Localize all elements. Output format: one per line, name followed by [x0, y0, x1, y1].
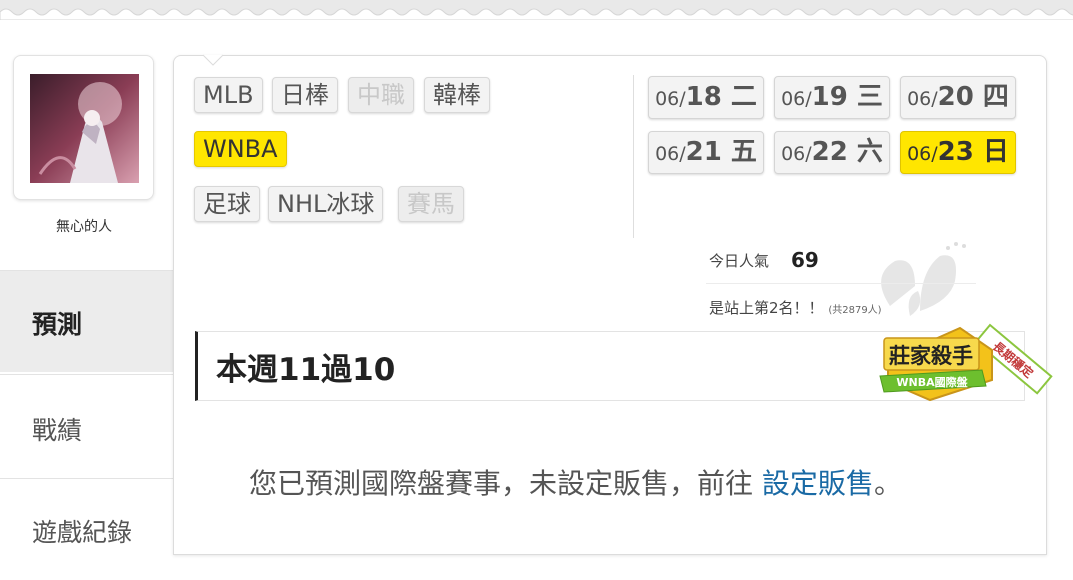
date-month: 06/ [907, 143, 938, 165]
notice-text: 您已預測國際盤賽事，未設定販售，前往 [249, 467, 754, 500]
sport-cpbl-button: 中職 [348, 77, 414, 113]
date-day: 18 [685, 82, 722, 112]
badge-subtitle: WNBA國際盤 [896, 375, 968, 389]
stats-divider [706, 283, 976, 284]
date-button-0623[interactable]: 06/23 日 [900, 131, 1016, 174]
sidebar-item-predict[interactable]: 預測 [0, 270, 173, 372]
sport-horse-racing-button: 賽馬 [398, 186, 464, 222]
date-day: 19 [811, 82, 848, 112]
date-weekday: 日 [982, 137, 1009, 167]
sidebar-item-record[interactable]: 戰績 [0, 374, 173, 476]
rank-text: 是站上第2名！！ (共2879人) [709, 297, 882, 318]
date-month: 06/ [655, 88, 686, 110]
avatar[interactable] [30, 74, 139, 183]
date-month: 06/ [907, 88, 938, 110]
date-month: 06/ [781, 143, 812, 165]
sport-nhl-button[interactable]: NHL冰球 [268, 186, 384, 222]
date-day: 22 [811, 137, 848, 167]
rank-message: 是站上第2名！！ [709, 299, 824, 317]
date-month: 06/ [781, 88, 812, 110]
sidebar-item-label: 戰績 [32, 416, 83, 445]
date-weekday: 四 [982, 82, 1009, 112]
avatar-card[interactable] [13, 55, 154, 200]
popularity-label: 今日人氣 [709, 252, 770, 270]
date-weekday: 二 [730, 82, 757, 112]
set-sale-link[interactable]: 設定販售 [762, 467, 874, 500]
popularity-value: 69 [791, 248, 819, 272]
sport-mlb-button[interactable]: MLB [194, 77, 263, 113]
date-weekday: 三 [856, 82, 883, 112]
sidebar-item-label: 遊戲紀錄 [32, 518, 133, 547]
sidebar-item-label: 預測 [32, 310, 83, 339]
wavy-border [0, 8, 1073, 20]
date-weekday: 五 [730, 137, 757, 167]
date-weekday: 六 [856, 137, 883, 167]
date-button-0621[interactable]: 06/21 五 [648, 131, 764, 174]
badge-title: 莊家殺手 [889, 344, 973, 368]
filter-divider [633, 75, 634, 238]
sport-npb-button[interactable]: 日棒 [272, 77, 338, 113]
sale-notice: 您已預測國際盤賽事，未設定販售，前往 設定販售。 [249, 462, 902, 502]
sport-wnba-button[interactable]: WNBA [194, 131, 287, 167]
date-day: 20 [937, 82, 974, 112]
notice-end: 。 [873, 467, 902, 500]
date-month: 06/ [655, 143, 686, 165]
sport-soccer-button[interactable]: 足球 [194, 186, 260, 222]
date-button-0622[interactable]: 06/22 六 [774, 131, 890, 174]
panel-notch [203, 54, 223, 66]
rank-total: (共2879人) [828, 305, 882, 316]
date-day: 23 [937, 137, 974, 167]
weekly-record-title: 本週11過10 [216, 352, 396, 388]
sport-kbo-button[interactable]: 韓棒 [424, 77, 490, 113]
top-decorative-band [0, 0, 1073, 20]
date-button-0619[interactable]: 06/19 三 [774, 76, 890, 119]
date-day: 21 [685, 137, 722, 167]
date-button-0620[interactable]: 06/20 四 [900, 76, 1016, 119]
sidebar-item-game-log[interactable]: 遊戲紀錄 [0, 478, 173, 580]
dealer-killer-badge-icon: 長期穩定 莊家殺手 WNBA國際盤 [879, 323, 1053, 402]
date-button-0618[interactable]: 06/18 二 [648, 76, 764, 119]
username: 無心的人 [56, 219, 112, 235]
